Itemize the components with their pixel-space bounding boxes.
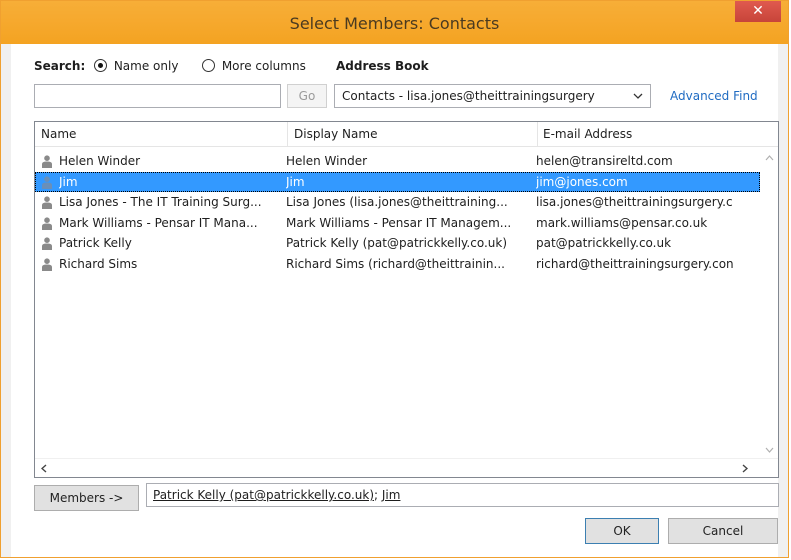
horizontal-scrollbar[interactable] [35,458,778,477]
go-button[interactable]: Go [287,84,327,108]
row-name: Mark Williams - Pensar IT Mana... [59,215,258,230]
contacts-list[interactable]: Name Display Name E-mail Address Helen W… [34,121,779,478]
row-email: mark.williams@pensar.co.uk [536,215,708,230]
row-email: pat@patrickkelly.co.uk [536,236,672,250]
title-bar[interactable]: Select Members: Contacts ✕ [1,1,788,44]
scroll-right-icon[interactable] [742,464,748,473]
list-header: Name Display Name E-mail Address [35,122,778,147]
column-header-email[interactable]: E-mail Address [543,127,632,141]
close-icon: ✕ [752,3,764,19]
table-row[interactable]: Lisa Jones - The IT Training Surg... Lis… [35,192,760,213]
row-name: Lisa Jones - The IT Training Surg... [59,195,262,209]
row-email: richard@theittrainingsurgery.con [536,256,734,271]
table-row[interactable]: Richard Sims Richard Sims (richard@theit… [35,254,760,275]
radio-name-only-indicator[interactable] [94,59,107,72]
address-book-selected: Contacts - lisa.jones@theittrainingsurge… [342,89,595,103]
chevron-down-icon [633,93,643,99]
advanced-find-link[interactable]: Advanced Find [670,89,758,103]
window-title: Select Members: Contacts [289,14,500,33]
table-row[interactable]: Mark Williams - Pensar IT Mana... Mark W… [35,213,760,234]
row-email: jim@jones.com [536,174,628,189]
search-input[interactable] [34,84,281,108]
radio-name-only-label: Name only [113,59,179,73]
contact-icon [42,216,52,230]
members-button[interactable]: Members -> [34,485,139,511]
member-separator: ; [374,488,382,502]
radio-more-columns[interactable]: More columns [202,59,306,73]
close-button[interactable]: ✕ [735,1,781,22]
member-entry[interactable]: Jim [382,488,401,502]
scroll-left-icon[interactable] [41,464,47,473]
address-book-label: Address Book [336,59,429,73]
member-entry[interactable]: Patrick Kelly (pat@patrickkelly.co.uk) [153,488,374,502]
table-row[interactable]: Helen Winder Helen Winder helen@transire… [35,151,760,172]
address-book-select[interactable]: Contacts - lisa.jones@theittrainingsurge… [334,84,651,108]
row-display-name: Lisa Jones (lisa.jones@theittraining... [286,195,508,209]
row-display-name: Jim [286,174,305,189]
radio-name-only[interactable]: Name only [94,59,178,73]
column-header-name[interactable]: Name [41,127,76,141]
list-rows: Helen Winder Helen Winder helen@transire… [35,151,760,274]
row-email: helen@transireltd.com [536,154,673,168]
row-display-name: Richard Sims (richard@theittrainin... [286,256,505,271]
row-display-name: Patrick Kelly (pat@patrickkelly.co.uk) [286,236,508,250]
contact-icon [42,155,52,168]
row-display-name: Mark Williams - Pensar IT Managem... [286,215,512,230]
cancel-button[interactable]: Cancel [668,518,778,544]
column-header-display-name[interactable]: Display Name [294,127,377,141]
radio-more-columns-indicator[interactable] [202,59,215,72]
row-name: Helen Winder [59,154,141,168]
search-label: Search: [34,59,86,73]
ok-button[interactable]: OK [585,518,659,544]
contact-icon [42,196,52,209]
contact-icon [42,237,52,250]
row-name: Patrick Kelly [59,236,132,250]
table-row[interactable]: Patrick Kelly Patrick Kelly (pat@patrick… [35,233,760,254]
scroll-down-icon[interactable] [765,447,774,453]
table-row-selected[interactable]: Jim Jim jim@jones.com [35,171,760,192]
members-field[interactable]: Patrick Kelly (pat@patrickkelly.co.uk); … [146,483,779,507]
contact-icon [42,175,52,189]
row-name: Jim [59,174,78,189]
members-list: Patrick Kelly (pat@patrickkelly.co.uk); … [153,488,400,502]
row-name: Richard Sims [59,256,138,271]
scroll-up-icon[interactable] [765,155,774,161]
radio-more-columns-label: More columns [221,59,306,73]
row-email: lisa.jones@theittrainingsurgery.c [536,195,733,209]
vertical-scrollbar[interactable] [761,147,778,459]
row-display-name: Helen Winder [286,154,368,168]
contact-icon [42,257,52,271]
